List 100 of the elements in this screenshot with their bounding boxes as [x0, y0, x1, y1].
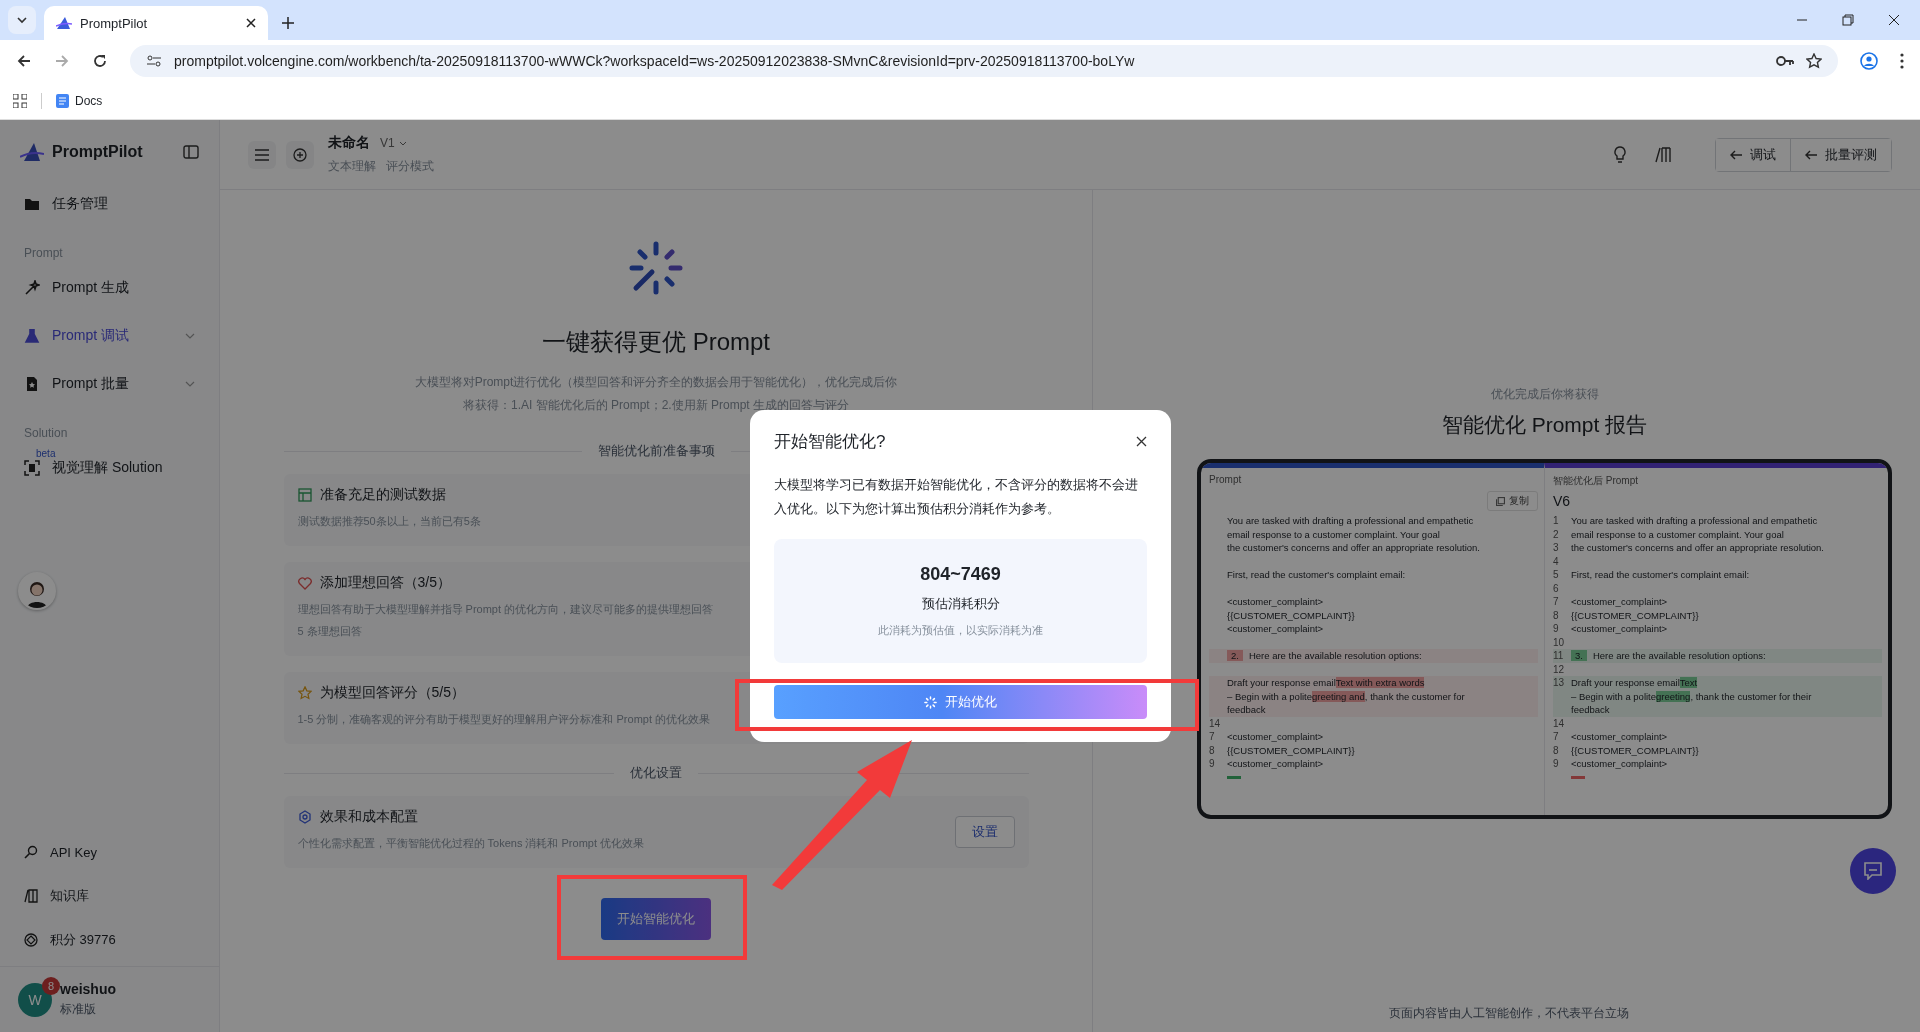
nav-item[interactable]: Prompt 生成 — [12, 268, 207, 308]
nav-item[interactable]: Prompt 批量 — [12, 364, 207, 404]
reload-icon[interactable] — [92, 53, 108, 69]
pane-label: 智能优化后 Prompt — [1553, 475, 1638, 486]
lightbulb-icon[interactable] — [1613, 145, 1627, 164]
books-icon — [24, 889, 38, 903]
new-tab-icon[interactable] — [282, 17, 294, 29]
line-number: 7 — [1553, 596, 1560, 608]
close-icon[interactable] — [1888, 14, 1900, 26]
line-number: 3 — [1553, 542, 1560, 554]
code-line: email response to a customer complaint. Your goal — [1571, 528, 1784, 540]
profile-icon[interactable] — [1860, 52, 1878, 70]
user-name: weishuo — [60, 981, 116, 997]
code-line: <customer_complaint> — [1227, 596, 1324, 608]
address-bar[interactable]: promptpilot.volcengine.com/workbench/ta-20250918113700-wWWCk?workspaceId=ws-20250912023838-SMvnC&revisionId=prv-20250918113700-boLYw — [130, 45, 1838, 77]
code-line: – Begin with a politegreeting and, thank the customer for — [1227, 690, 1465, 702]
menu-icon[interactable] — [1900, 53, 1904, 69]
nav-item[interactable]: 任务管理 — [12, 184, 207, 224]
code-line: feedback — [1571, 704, 1610, 716]
card-title: 添加理想回答（3/5） — [319, 574, 451, 592]
copy-icon — [1496, 496, 1505, 506]
line-number: 1 — [1553, 515, 1560, 527]
line-number: 9 — [1553, 623, 1560, 635]
nav-item[interactable]: Prompt 调试 — [12, 316, 207, 356]
close-icon[interactable] — [1136, 436, 1147, 447]
estimate-label: 预估消耗积分 — [921, 595, 1000, 613]
nav-item[interactable]: API Key — [12, 834, 207, 870]
project-title: 未命名 — [328, 134, 370, 152]
code-line: <customer_complaint> — [1571, 623, 1668, 635]
report-subtitle: 优化完成后你将获得 — [1489, 386, 1600, 403]
star-icon[interactable] — [1806, 53, 1822, 69]
arrow-left-icon — [1805, 149, 1817, 160]
star-icon — [297, 686, 312, 700]
restore-icon[interactable] — [1842, 14, 1854, 26]
beta-label: beta — [36, 448, 56, 459]
nav-item[interactable]: beta 视觉理解 Solution — [12, 448, 207, 488]
start-optimize-button[interactable]: 开始智能优化 — [601, 898, 711, 940]
browser-tab[interactable]: PromptPilot — [44, 6, 268, 40]
bookmark[interactable]: Docs — [56, 93, 103, 108]
code-line: the customer's concerns and offer an appropriate resolution. — [1571, 542, 1824, 554]
disclaimer-text: 页面内容皆由人工智能创作，不代表平台立场 — [1389, 1005, 1629, 1022]
section-heading: Prompt — [23, 245, 64, 262]
line-number: 6 — [1553, 582, 1560, 594]
line-number: 10 — [1553, 636, 1566, 648]
avatar[interactable] — [18, 572, 56, 610]
header-button[interactable]: 批量评测 — [1790, 138, 1891, 171]
line-number: 11 — [1553, 650, 1565, 662]
settings-button[interactable]: 设置 — [954, 816, 1015, 848]
site-settings-icon[interactable] — [146, 54, 162, 68]
code-line: You are tasked with drafting a professional and empathetic — [1571, 515, 1818, 527]
code-line: <customer_complaint> — [1227, 731, 1324, 743]
code-line: {{CUSTOMER_COMPLAINT}} — [1227, 609, 1355, 621]
sparkle-icon — [628, 240, 684, 296]
line-number: 14 — [1553, 717, 1566, 729]
line-number: 7 — [1209, 731, 1216, 743]
folder-icon — [24, 197, 40, 211]
caret-icon — [398, 140, 407, 146]
nav-item[interactable]: 知识库 — [12, 878, 207, 914]
chat-button[interactable] — [1850, 848, 1896, 894]
wand-icon — [24, 280, 40, 296]
user-plan: 标准版 — [60, 1001, 97, 1018]
card-title: 效果和成本配置 — [319, 808, 418, 826]
code-line: <customer_complaint> — [1571, 596, 1668, 608]
line-number: 9 — [1553, 758, 1560, 770]
table-icon — [297, 488, 312, 502]
plus-icon — [293, 147, 307, 162]
flask-icon — [24, 328, 40, 344]
code-line: <customer_complaint> — [1227, 623, 1324, 635]
pane-label: Prompt — [1209, 474, 1242, 485]
card-title: 准备充足的测试数据 — [319, 486, 446, 504]
code-line: First, read the customer's complaint email: — [1227, 569, 1406, 581]
line-number: 8 — [1553, 744, 1560, 756]
chevron-down-icon[interactable] — [16, 14, 28, 26]
code-line: First, read the customer's complaint email: — [1571, 569, 1750, 581]
copy-button[interactable]: 复制 — [1487, 491, 1538, 511]
code-line: feedback — [1227, 704, 1266, 716]
estimate-value: 804~7469 — [920, 564, 1001, 585]
code-line: 2. Here are the available resolution options: — [1227, 650, 1422, 662]
logo-text: PromptPilot — [52, 143, 143, 161]
code-line: Draft your response emailText with extra words — [1227, 677, 1425, 689]
line-number: 12 — [1553, 663, 1566, 675]
add-button[interactable] — [286, 140, 314, 169]
sidebar-toggle-icon[interactable] — [183, 145, 199, 159]
card-title: 为模型回答评分（5/5） — [319, 684, 465, 702]
tab-title: PromptPilot — [80, 15, 149, 31]
start-button[interactable]: 开始优化 — [774, 685, 1147, 719]
menu-button[interactable] — [248, 140, 276, 169]
menu-icon — [255, 148, 269, 161]
books-icon[interactable] — [1655, 146, 1673, 163]
arrow-left-icon — [1730, 149, 1742, 160]
nav-item[interactable]: 积分 39776 — [12, 922, 207, 958]
back-icon[interactable] — [16, 53, 32, 69]
close-icon[interactable] — [246, 18, 256, 28]
sparkle-icon — [924, 695, 937, 709]
code-line: the customer's concerns and offer an appropriate resolution. — [1227, 542, 1480, 554]
line-number: 2 — [1553, 528, 1560, 540]
apps-icon[interactable] — [13, 93, 27, 108]
version-select[interactable]: V1 — [380, 136, 407, 150]
line-number: 4 — [1553, 555, 1560, 567]
code-line: – Begin with a politegreeting, thank the customer for their — [1571, 690, 1812, 702]
